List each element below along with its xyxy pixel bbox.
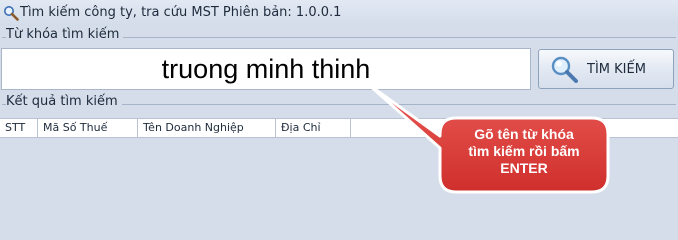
- window-title: Tìm kiếm công ty, tra cứu MST Phiên bản:…: [20, 5, 342, 20]
- results-group-label: Kết quả tìm kiếm: [6, 94, 122, 109]
- search-group-label: Từ khóa tìm kiếm: [6, 27, 124, 42]
- title-bar: Tìm kiếm công ty, tra cứu MST Phiên bản:…: [0, 0, 678, 26]
- grid-header: STT Mã Số Thuế Tên Doanh Nghiệp Địa Chỉ: [0, 118, 351, 138]
- column-header-company-name[interactable]: Tên Doanh Nghiệp: [138, 119, 276, 137]
- column-header-address[interactable]: Địa Chỉ: [276, 119, 351, 137]
- search-button[interactable]: TÌM KIẾM: [538, 49, 674, 89]
- callout-line: Gõ tên từ khóa: [474, 126, 574, 142]
- magnifier-icon: [551, 56, 578, 83]
- search-button-label: TÌM KIẾM: [587, 61, 646, 77]
- callout-line: ENTER: [500, 160, 548, 176]
- callout-line: tìm kiếm rồi bấm: [468, 143, 580, 159]
- callout-text: Gõ tên từ khóa tìm kiếm rồi bấm ENTER: [444, 126, 604, 177]
- magnifier-icon: [4, 6, 19, 21]
- column-header-stt[interactable]: STT: [0, 119, 38, 137]
- search-input[interactable]: [1, 48, 531, 90]
- column-header-tax-code[interactable]: Mã Số Thuế: [38, 119, 138, 137]
